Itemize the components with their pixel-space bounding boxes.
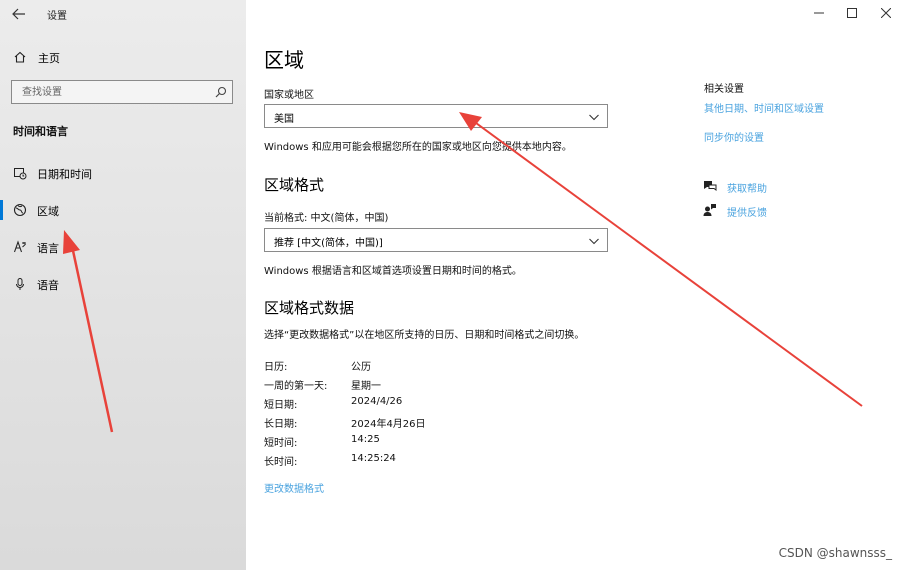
sidebar: 设置 主页 时间和语言 日期和时间 区域 语言 语音: [0, 0, 246, 570]
search-box[interactable]: [11, 80, 233, 104]
format-data-heading: 区域格式数据: [264, 299, 355, 317]
country-value: 美国: [274, 114, 294, 125]
minimize-icon: [814, 12, 824, 14]
long-time-key: 长时间:: [264, 457, 298, 468]
section-title: 时间和语言: [13, 125, 68, 138]
search-input[interactable]: [12, 81, 212, 103]
nav-home-label: 主页: [38, 52, 60, 65]
format-description: Windows 根据语言和区域首选项设置日期和时间的格式。: [264, 266, 522, 277]
sync-settings-link[interactable]: 同步你的设置: [704, 129, 764, 144]
sidebar-item-speech[interactable]: 语音: [0, 271, 246, 297]
calendar-value: 公历: [351, 362, 371, 373]
country-description: Windows 和应用可能会根据您所在的国家或地区向您提供本地内容。: [264, 142, 572, 153]
sidebar-item-language[interactable]: 语言: [0, 234, 246, 260]
long-date-value: 2024年4月26日: [351, 419, 426, 430]
feedback-icon: [703, 204, 716, 216]
country-dropdown[interactable]: 美国: [264, 104, 608, 128]
sidebar-item-region[interactable]: 区域: [0, 197, 246, 223]
microphone-icon: [16, 278, 24, 290]
clock-calendar-icon: [14, 168, 27, 180]
short-time-key: 短时间:: [264, 438, 298, 449]
short-date-key: 短日期:: [264, 400, 298, 411]
back-arrow-icon: [12, 8, 25, 20]
get-help-link[interactable]: 获取帮助: [727, 180, 767, 195]
help-icon: [704, 181, 717, 191]
current-format-label: 当前格式: 中文(简体，中国): [264, 213, 389, 224]
country-label: 国家或地区: [264, 90, 314, 101]
chevron-down-icon: [589, 114, 599, 121]
short-date-value: 2024/4/26: [351, 396, 403, 407]
search-icon[interactable]: [215, 86, 227, 98]
home-icon: [14, 51, 26, 63]
long-time-value: 14:25:24: [351, 453, 396, 464]
titlebar-left: 设置: [0, 0, 246, 28]
main-pane: 区域 国家或地区 美国 Windows 和应用可能会根据您所在的国家或地区向您提…: [246, 0, 906, 570]
sidebar-item-label: 区域: [37, 205, 59, 218]
chevron-down-icon: [589, 238, 599, 245]
sidebar-item-label: 语言: [37, 242, 59, 255]
other-date-time-region-link[interactable]: 其他日期、时间和区域设置: [704, 100, 824, 115]
related-settings-title: 相关设置: [704, 84, 744, 95]
close-icon: [881, 8, 891, 18]
sidebar-item-label: 日期和时间: [37, 168, 92, 181]
give-feedback-link[interactable]: 提供反馈: [727, 204, 767, 219]
format-heading: 区域格式: [264, 176, 325, 194]
maximize-button[interactable]: [842, 4, 862, 22]
format-data-description: 选择“更改数据格式”以在地区所支持的日历、日期和时间格式之间切换。: [264, 330, 585, 341]
first-day-key: 一周的第一天:: [264, 381, 328, 392]
first-day-value: 星期一: [351, 381, 381, 392]
app-title: 设置: [47, 11, 67, 22]
globe-region-icon: [13, 203, 27, 217]
sidebar-item-label: 语音: [37, 279, 59, 292]
sidebar-item-date-time[interactable]: 日期和时间: [0, 160, 246, 186]
long-date-key: 长日期:: [264, 419, 298, 430]
back-button[interactable]: [10, 5, 28, 23]
close-button[interactable]: [876, 4, 896, 22]
maximize-icon: [847, 8, 857, 18]
watermark: CSDN @shawnsss_: [778, 546, 892, 560]
page-title: 区域: [264, 48, 304, 72]
calendar-key: 日历:: [264, 362, 288, 373]
nav-home[interactable]: 主页: [0, 44, 246, 70]
short-time-value: 14:25: [351, 434, 380, 445]
language-icon: [13, 240, 26, 253]
format-dropdown[interactable]: 推荐 [中文(简体，中国)]: [264, 228, 608, 252]
active-indicator: [0, 200, 3, 220]
format-value: 推荐 [中文(简体，中国)]: [274, 238, 383, 249]
minimize-button[interactable]: [809, 4, 829, 22]
change-data-format-link[interactable]: 更改数据格式: [264, 480, 324, 495]
